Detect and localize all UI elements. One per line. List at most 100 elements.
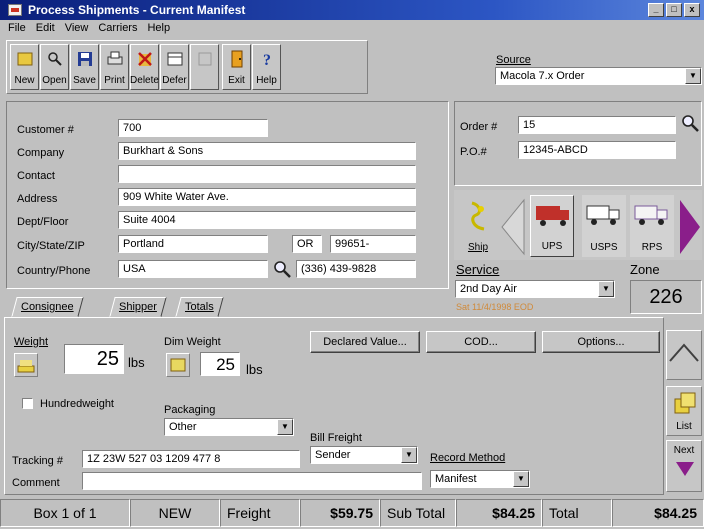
hundredweight-label: Hundredweight [40,398,114,410]
bill-freight-select[interactable]: Sender ▼ [310,446,418,464]
carrier-ship-label: Ship [467,242,488,253]
close-button[interactable]: x [684,3,700,17]
freight-label: Freight [220,499,300,527]
cod-button[interactable]: COD... [426,331,536,353]
contact-field[interactable] [118,165,416,183]
comment-field[interactable] [82,472,422,490]
carrier-rps[interactable]: RPS [630,195,674,257]
scroll-left-icon[interactable] [500,198,526,256]
exit-button[interactable]: Exit [222,44,251,90]
menu-edit[interactable]: Edit [36,22,55,34]
tab-totals[interactable]: Totals [175,297,224,317]
subtotal-label: Sub Total [380,499,456,527]
zone-label: Zone [630,262,660,277]
search-icon[interactable] [272,259,292,279]
bill-freight-value: Sender [315,449,351,461]
dim-button[interactable] [166,353,190,377]
menu-help[interactable]: Help [147,22,170,34]
scroll-right-icon[interactable] [678,198,702,256]
title-bar: Process Shipments - Current Manifest _ □… [0,0,704,20]
open-button[interactable]: Open [40,44,69,90]
country-field[interactable]: USA [118,260,268,278]
address-field[interactable]: 909 White Water Ave. [118,188,416,206]
hundredweight-checkbox[interactable] [22,398,33,409]
city-field[interactable]: Portland [118,235,268,253]
chevron-down-icon[interactable]: ▼ [685,68,701,84]
defer-button[interactable]: Defer [160,44,189,90]
service-select[interactable]: 2nd Day Air ▼ [455,280,615,298]
carrier-usps[interactable]: USPS [582,195,626,257]
next-label: Next [673,445,695,456]
phone-field[interactable]: (336) 439-9828 [296,260,416,278]
defer-label: Defer [162,75,187,86]
shipment-state: NEW [130,499,220,527]
list-button[interactable]: List [666,386,702,436]
new-icon [17,52,32,66]
address-label: Address [17,193,58,205]
menu-carriers[interactable]: Carriers [98,22,137,34]
maximize-button[interactable]: □ [666,3,682,17]
carrier-ship[interactable]: Ship [456,195,500,257]
carrier-rps-label: RPS [641,242,663,253]
tab-shipper[interactable]: Shipper [109,297,167,317]
chevron-down-icon[interactable]: ▼ [277,419,293,435]
packaging-select[interactable]: Other ▼ [164,418,294,436]
save-button[interactable]: Save [70,44,99,90]
chevron-down-icon[interactable]: ▼ [513,471,529,487]
weight-field[interactable]: 25 [64,344,124,374]
dim-field[interactable]: 25 [200,352,240,376]
dept-label: Dept/Floor [17,216,69,228]
state-field[interactable]: OR [292,235,322,253]
dept-field[interactable]: Suite 4004 [118,211,416,229]
record-method-value: Manifest [435,473,477,485]
service-label: Service [456,262,500,277]
print-button[interactable]: Print [100,44,129,90]
scroll-up-button[interactable] [666,330,702,380]
delete-button[interactable]: Delete [130,44,159,90]
truck-icon [586,205,620,225]
next-arrow-icon [676,462,694,476]
new-button[interactable]: New [10,44,39,90]
list-label: List [676,421,692,432]
weight-unit: lbs [128,355,145,370]
disabled-icon [198,52,211,66]
help-button[interactable]: ? Help [252,44,281,90]
po-field[interactable]: 12345-ABCD [518,141,676,159]
packaging-value: Other [169,421,197,433]
next-button[interactable]: Next [666,440,702,492]
print-icon [107,51,122,65]
chevron-down-icon[interactable]: ▼ [598,281,614,297]
menu-file[interactable]: File [8,22,26,34]
total-label: Total [542,499,612,527]
save-icon [77,52,92,66]
truck-icon [536,206,569,226]
record-method-label: Record Method [430,452,506,464]
order-field[interactable]: 15 [518,116,676,134]
source-value: Macola 7.x Order [500,70,585,82]
box-count: Box 1 of 1 [0,499,130,527]
carrier-ups[interactable]: UPS [530,195,574,257]
delivery-date: Sat 11/4/1998 EOD [456,302,534,312]
source-select[interactable]: Macola 7.x Order ▼ [495,67,702,85]
declared-value-button[interactable]: Declared Value... [310,331,420,353]
source-label: Source [496,54,531,66]
order-search-icon[interactable] [680,113,700,133]
scale-button[interactable] [14,353,38,377]
options-button[interactable]: Options... [542,331,660,353]
open-icon [47,52,62,66]
tab-consignee[interactable]: Consignee [11,297,84,317]
list-icon [674,392,696,414]
tracking-field[interactable]: 1Z 23W 527 03 1209 477 8 [82,450,300,468]
freight-value: $59.75 [300,499,380,527]
customer-field[interactable]: 700 [118,119,268,137]
weight-label: Weight [14,336,49,348]
chevron-down-icon[interactable]: ▼ [401,447,417,463]
exit-icon [231,50,242,68]
company-field[interactable]: Burkhart & Sons [118,142,416,160]
scale-icon [17,360,35,373]
zip-field[interactable]: 99651- [330,235,416,253]
record-method-select[interactable]: Manifest ▼ [430,470,530,488]
print-label: Print [104,75,125,86]
menu-view[interactable]: View [65,22,89,34]
minimize-button[interactable]: _ [648,3,664,17]
